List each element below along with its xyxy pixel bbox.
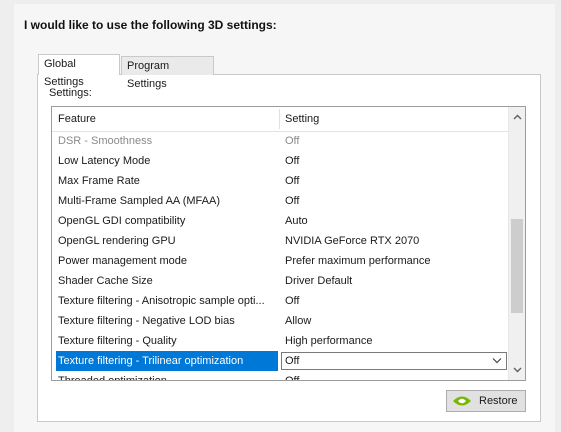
setting-cell: Auto bbox=[285, 215, 308, 227]
scroll-down-icon[interactable] bbox=[509, 361, 525, 378]
setting-cell: Off bbox=[285, 295, 300, 307]
setting-dropdown[interactable]: Off bbox=[281, 352, 507, 370]
setting-cell: Driver Default bbox=[285, 275, 353, 287]
feature-cell: Multi-Frame Sampled AA (MFAA) bbox=[58, 195, 220, 207]
feature-cell: Power management mode bbox=[58, 255, 188, 267]
vertical-scrollbar[interactable] bbox=[508, 107, 525, 380]
feature-cell: Texture filtering - Trilinear optimizati… bbox=[56, 351, 278, 371]
table-row[interactable]: Max Frame Rate Off bbox=[52, 171, 509, 191]
column-header-feature[interactable]: Feature bbox=[58, 107, 96, 131]
setting-cell: Off bbox=[285, 175, 300, 187]
table-row[interactable]: OpenGL GDI compatibility Auto bbox=[52, 211, 509, 231]
scrollbar-thumb[interactable] bbox=[511, 219, 523, 313]
setting-cell: High performance bbox=[285, 335, 373, 347]
setting-cell: Off bbox=[285, 155, 300, 167]
nvidia-icon bbox=[453, 396, 471, 406]
scroll-up-icon[interactable] bbox=[509, 109, 525, 126]
table-row[interactable]: DSR - Smoothness Off bbox=[52, 131, 509, 151]
table-row[interactable]: Threaded optimization Off bbox=[52, 371, 509, 381]
setting-cell: Prefer maximum performance bbox=[285, 255, 431, 267]
tab-program-settings[interactable]: Program Settings bbox=[121, 56, 214, 90]
restore-label: Restore bbox=[479, 395, 518, 407]
feature-cell: Texture filtering - Quality bbox=[58, 335, 177, 347]
settings-rows: DSR - Smoothness Off Low Latency Mode Off Ma… bbox=[52, 131, 509, 381]
feature-cell: Max Frame Rate bbox=[58, 175, 140, 187]
table-row[interactable]: OpenGL rendering GPU NVIDIA GeForce RTX 2… bbox=[52, 231, 509, 251]
feature-cell: Threaded optimization bbox=[58, 375, 167, 381]
list-header: Feature Setting bbox=[52, 107, 509, 132]
table-row[interactable]: Shader Cache Size Driver Default bbox=[52, 271, 509, 291]
feature-cell: DSR - Smoothness bbox=[58, 135, 153, 147]
feature-cell: Shader Cache Size bbox=[58, 275, 153, 287]
table-row[interactable]: Multi-Frame Sampled AA (MFAA) Off bbox=[52, 191, 509, 211]
feature-cell: Texture filtering - Negative LOD bias bbox=[58, 315, 235, 327]
page-heading: I would like to use the following 3D set… bbox=[24, 18, 277, 32]
tab-global-settings[interactable]: Global Settings bbox=[38, 54, 120, 88]
setting-cell: Allow bbox=[285, 315, 312, 327]
table-row[interactable]: Texture filtering - Negative LOD bias All… bbox=[52, 311, 509, 331]
table-row[interactable]: Texture filtering - Trilinear optimizati… bbox=[52, 351, 509, 371]
setting-cell: NVIDIA GeForce RTX 2070 bbox=[285, 235, 420, 247]
column-divider[interactable] bbox=[279, 109, 280, 129]
setting-cell: Off bbox=[285, 375, 300, 381]
settings-list: Feature Setting DSR - Smoothness Off Low L… bbox=[51, 106, 526, 381]
restore-button[interactable]: Restore bbox=[446, 390, 526, 412]
feature-cell: Texture filtering - Anisotropic sample o… bbox=[58, 295, 265, 307]
table-row[interactable]: Low Latency Mode Off bbox=[52, 151, 509, 171]
feature-cell: Low Latency Mode bbox=[58, 155, 151, 167]
chevron-down-icon[interactable] bbox=[492, 357, 502, 364]
table-row[interactable]: Texture filtering - Quality High performa… bbox=[52, 331, 509, 351]
setting-dropdown-value: Off bbox=[285, 355, 300, 367]
column-header-setting[interactable]: Setting bbox=[285, 107, 319, 131]
table-row[interactable]: Power management mode Prefer maximum perf… bbox=[52, 251, 509, 271]
feature-cell: OpenGL GDI compatibility bbox=[58, 215, 186, 227]
setting-cell: Off bbox=[285, 195, 300, 207]
table-row[interactable]: Texture filtering - Anisotropic sample o… bbox=[52, 291, 509, 311]
setting-cell: Off bbox=[285, 135, 300, 147]
feature-cell: OpenGL rendering GPU bbox=[58, 235, 176, 247]
